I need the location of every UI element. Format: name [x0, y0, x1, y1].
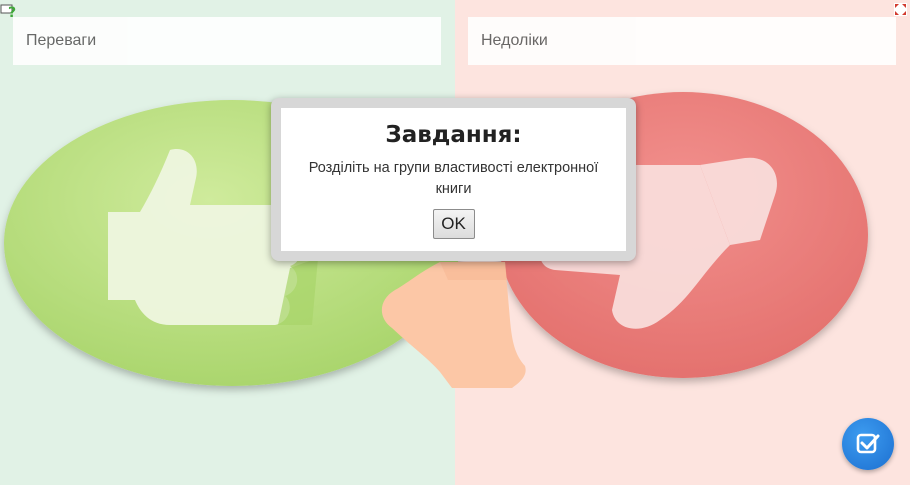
task-stage: Переваги Недоліки ? Завдання: Розділіть …	[0, 0, 910, 485]
cons-group-label: Недоліки	[481, 32, 548, 49]
task-dialog: Завдання: Розділіть на групи властивості…	[281, 108, 626, 251]
svg-text:?: ?	[8, 5, 16, 20]
check-answer-icon	[856, 433, 880, 454]
dialog-title: Завдання:	[385, 122, 522, 148]
help-question-icon[interactable]: ?	[0, 2, 18, 20]
pros-group-label: Переваги	[26, 32, 97, 49]
pros-group-header[interactable]: Переваги	[13, 17, 441, 65]
fullscreen-icon[interactable]	[894, 3, 907, 16]
dialog-message: Розділіть на групи властивості електронн…	[308, 160, 599, 197]
ok-button[interactable]: OK	[432, 209, 475, 239]
cons-group-header[interactable]: Недоліки	[468, 17, 896, 65]
check-answer-button[interactable]	[842, 418, 894, 470]
